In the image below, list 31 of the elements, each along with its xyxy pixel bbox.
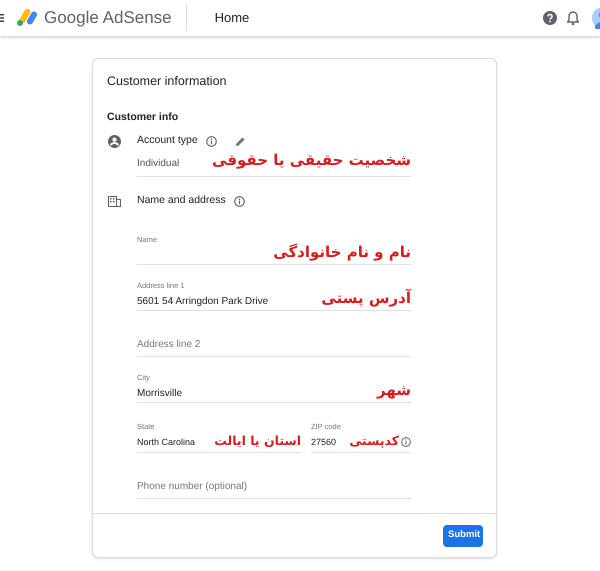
annotation: نام و نام خانوادگی: [273, 242, 411, 263]
input-field[interactable]: Address line 2: [137, 337, 200, 352]
product-name: Google AdSense: [44, 7, 172, 30]
account-type-value: Individual: [137, 157, 180, 171]
info-icon[interactable]: [234, 196, 245, 206]
adsense-logo-icon: [16, 9, 38, 27]
annotation: کدپستی: [349, 432, 399, 450]
input-field[interactable]: 5601 54 Arringdon Park Drive: [137, 294, 268, 307]
building-icon: [108, 196, 121, 206]
info-icon[interactable]: [206, 136, 217, 146]
account-circle-icon: [108, 134, 121, 148]
annotation: آدرس پستی: [321, 288, 411, 309]
input-field[interactable]: Morrisville: [137, 386, 182, 399]
section-heading: Customer info: [107, 110, 178, 126]
menu-icon[interactable]: [0, 14, 4, 22]
field-label: Name and address: [137, 193, 226, 208]
info-icon[interactable]: [401, 437, 411, 447]
pencil-icon[interactable]: [234, 136, 246, 146]
annotation: استان یا ایالت: [214, 432, 301, 450]
submit-button[interactable]: Submit: [443, 524, 483, 546]
phone-number-field[interactable]: Phone number (optional): [137, 479, 248, 494]
page-title: Home: [214, 9, 250, 28]
field-label: Account type: [137, 133, 198, 148]
annotation: شهر: [377, 380, 411, 401]
state-field[interactable]: North Carolina: [137, 436, 196, 449]
zip-code-field[interactable]: 27560: [311, 436, 336, 449]
help-icon[interactable]: [543, 11, 557, 25]
avatar-icon[interactable]: [592, 7, 600, 29]
annotation: شخصیت حقیقی یا حقوقی: [212, 150, 411, 171]
card-title: Customer information: [107, 74, 226, 88]
notification-bell-icon[interactable]: [567, 11, 579, 25]
